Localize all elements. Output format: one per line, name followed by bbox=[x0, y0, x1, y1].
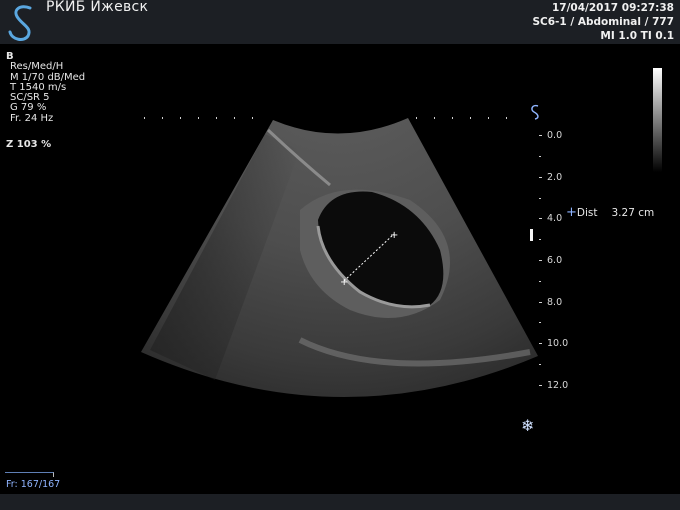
measurement-label: Dist bbox=[576, 207, 598, 219]
lateral-scale-ticks bbox=[144, 117, 507, 119]
depth-scale-ticks bbox=[539, 135, 542, 386]
orientation-marker-icon bbox=[531, 104, 539, 120]
cine-scrollbar[interactable] bbox=[5, 472, 54, 477]
caliper-start-icon: + bbox=[340, 277, 348, 288]
depth-label-12: 12.0 bbox=[547, 380, 569, 391]
depth-label-8: 8.0 bbox=[547, 297, 563, 308]
caliper-end-icon: + bbox=[390, 230, 398, 241]
measurement-unit: cm bbox=[638, 207, 655, 219]
depth-label-0: 0.0 bbox=[547, 130, 563, 141]
focus-marker bbox=[530, 229, 533, 241]
depth-label-4: 4.0 bbox=[547, 213, 563, 224]
caliper-plus-icon: + bbox=[566, 205, 577, 220]
ultrasound-image: + + bbox=[141, 104, 542, 398]
bottom-bar bbox=[0, 494, 680, 510]
depth-label-6: 6.0 bbox=[547, 255, 563, 266]
snowflake-icon: ❄ bbox=[521, 416, 535, 435]
depth-label-10: 10.0 bbox=[547, 338, 569, 349]
depth-label-2: 2.0 bbox=[547, 172, 563, 183]
distance-measurement: +Dist 3.27 cm bbox=[566, 205, 654, 220]
measurement-value: 3.27 bbox=[611, 207, 635, 219]
cine-frame-counter: Fr: 167/167 bbox=[6, 479, 61, 490]
